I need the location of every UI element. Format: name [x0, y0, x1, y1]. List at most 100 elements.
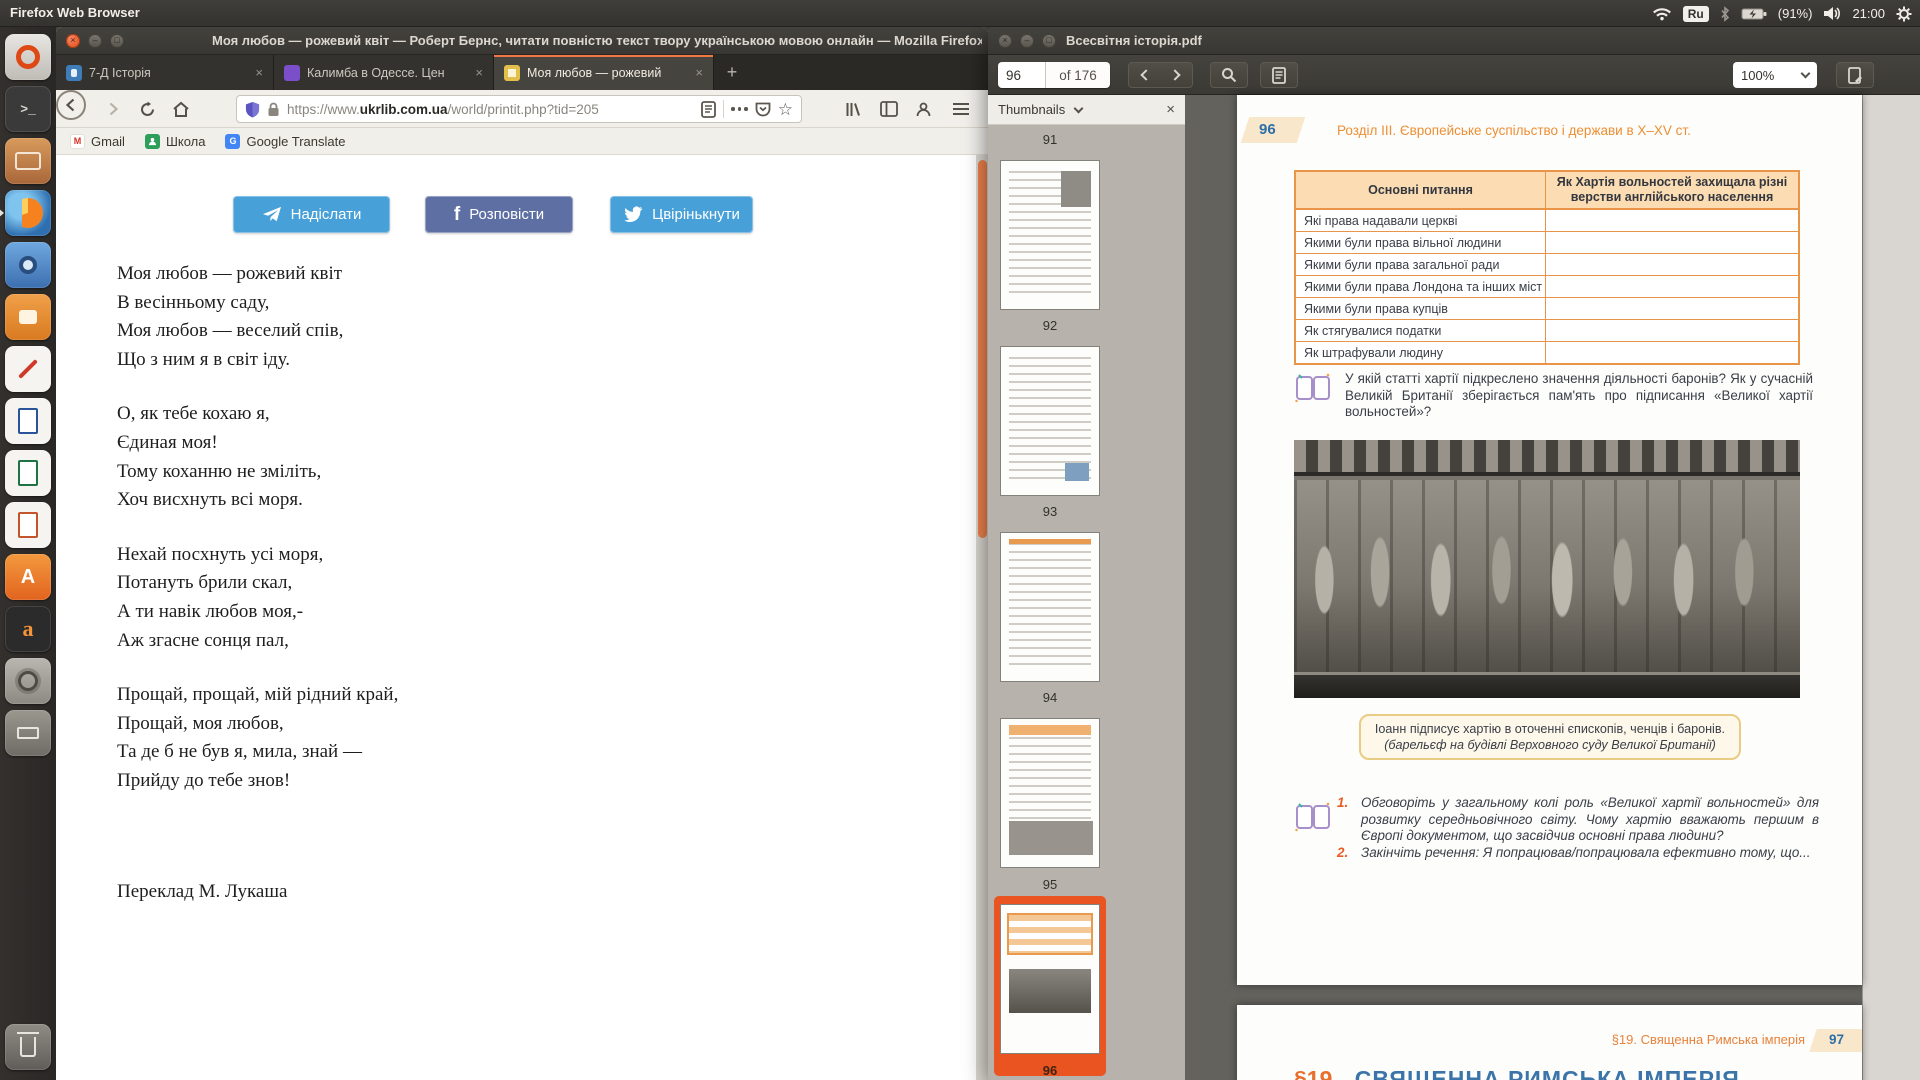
page-view-icon[interactable]	[1260, 62, 1298, 88]
tab-close-icon[interactable]: ×	[473, 65, 485, 80]
url-text: https://www.ukrlib.com.ua/world/printit.…	[287, 102, 599, 117]
annotations-icon[interactable]	[1836, 62, 1874, 88]
window-close-button[interactable]: ×	[66, 34, 80, 48]
open-book-icon	[1295, 802, 1331, 832]
tab-close-icon[interactable]: ×	[693, 65, 705, 80]
home-button[interactable]	[170, 98, 192, 120]
chevron-down-icon[interactable]	[1074, 103, 1084, 113]
page-actions-icon[interactable]	[731, 107, 748, 111]
table-row: Якими були права вільної людини	[1296, 231, 1798, 253]
software-center-icon[interactable]: A	[5, 554, 51, 600]
libreoffice-calc-icon[interactable]	[5, 450, 51, 496]
utility-icon[interactable]	[5, 710, 51, 756]
drawing-app-icon[interactable]	[5, 346, 51, 392]
thumbnail-label[interactable]: 92	[1000, 318, 1100, 333]
sidebar-close-icon[interactable]: ×	[1166, 101, 1175, 118]
thumbnail-label[interactable]: 94	[1000, 690, 1100, 705]
tracking-shield-icon[interactable]	[245, 101, 260, 118]
previous-page-button[interactable]	[1128, 62, 1161, 88]
thumbnail-page-92[interactable]	[1000, 160, 1100, 310]
pocket-icon[interactable]	[755, 102, 771, 117]
tab-poem-active[interactable]: Моя любов — рожевий ×	[494, 55, 714, 90]
thumbnail-label[interactable]: 95	[1000, 877, 1100, 892]
libreoffice-impress-icon[interactable]	[5, 502, 51, 548]
account-icon[interactable]	[912, 98, 934, 120]
bookmark-gmail[interactable]: M Gmail	[70, 134, 125, 149]
system-settings-icon[interactable]	[5, 658, 51, 704]
window-minimize-button[interactable]: –	[1020, 34, 1034, 48]
url-bar[interactable]: https://www.ukrlib.com.ua/world/printit.…	[236, 95, 802, 123]
forward-button[interactable]	[102, 98, 124, 120]
firefox-titlebar[interactable]: × – □ Моя любов — рожевий квіт — Роберт …	[56, 27, 988, 55]
thumbnail-page-93[interactable]	[1000, 346, 1100, 496]
launcher-dock: >_ A a	[0, 27, 56, 1080]
library-icon[interactable]	[842, 98, 864, 120]
facebook-icon: f	[454, 204, 460, 226]
terminal-icon[interactable]: >_	[5, 86, 51, 132]
wifi-icon[interactable]	[1652, 6, 1672, 21]
classroom-icon	[145, 134, 160, 149]
new-tab-button[interactable]: +	[714, 55, 750, 90]
page-number-input[interactable]: 96	[998, 62, 1046, 88]
tab-favicon	[284, 65, 300, 81]
share-facebook-button[interactable]: f Розповісти	[425, 196, 573, 233]
camera-icon[interactable]	[5, 242, 51, 288]
zoom-level-dropdown[interactable]: 100%	[1733, 62, 1817, 88]
volume-icon[interactable]	[1823, 6, 1841, 21]
bluetooth-icon[interactable]	[1720, 6, 1730, 22]
libreoffice-writer-icon[interactable]	[5, 398, 51, 444]
thumbnail-page-95[interactable]	[1000, 718, 1100, 868]
files-icon[interactable]	[5, 138, 51, 184]
bas-relief-photo	[1294, 440, 1800, 698]
search-icon[interactable]	[1210, 62, 1248, 88]
share-telegram-button[interactable]: Надіслати	[233, 196, 390, 233]
battery-percent: (91%)	[1778, 6, 1813, 21]
thumbnail-page-94[interactable]	[1000, 532, 1100, 682]
screenshot-tool-icon[interactable]	[5, 294, 51, 340]
page-scrollbar[interactable]	[976, 155, 988, 1080]
reader-mode-icon[interactable]	[701, 101, 716, 118]
reload-button[interactable]	[136, 98, 158, 120]
window-maximize-button[interactable]: □	[1042, 34, 1056, 48]
window-maximize-button[interactable]: □	[110, 34, 124, 48]
window-minimize-button[interactable]: –	[88, 34, 102, 48]
back-button[interactable]	[56, 90, 86, 120]
keyboard-layout-indicator[interactable]: Ru	[1683, 6, 1709, 22]
table-row: Які права надавали церкві	[1296, 209, 1798, 231]
scrollbar-thumb[interactable]	[978, 160, 987, 538]
bookmark-star-icon[interactable]: ☆	[778, 101, 793, 118]
chevron-down-icon	[1801, 69, 1811, 79]
bookmark-google-translate[interactable]: G Google Translate	[225, 134, 345, 149]
dash-home-icon[interactable]	[5, 34, 51, 80]
amazon-icon[interactable]: a	[5, 606, 51, 652]
battery-icon[interactable]	[1741, 7, 1767, 21]
window-close-button[interactable]: ×	[998, 34, 1012, 48]
pdf-scrollbar-track[interactable]	[1862, 95, 1920, 1080]
system-tray: Ru (91%) 21:00	[1652, 0, 1912, 27]
pdf-titlebar[interactable]: × – □ Всесвітня історія.pdf	[988, 27, 1920, 55]
share-twitter-button[interactable]: Цвірінькнути	[610, 196, 753, 233]
table-col1-header: Основні питання	[1296, 172, 1546, 208]
thumbnail-page-96-selected[interactable]: 96	[994, 896, 1106, 1076]
tab-history-class[interactable]: 7-Д Історія ×	[56, 55, 274, 90]
pdf-page-96: 96 Розділ III. Європейське суспільство і…	[1237, 95, 1862, 985]
pdf-body: Thumbnails × 91 92 93 94 95	[988, 95, 1920, 1080]
twitter-icon	[623, 206, 643, 223]
next-page-button[interactable]	[1160, 62, 1193, 88]
clock[interactable]: 21:00	[1852, 6, 1885, 21]
table-row: Якими були права купців	[1296, 297, 1798, 319]
sidebar-mode-dropdown[interactable]: Thumbnails	[998, 102, 1065, 117]
hamburger-menu-icon[interactable]	[950, 98, 972, 120]
page-number-box[interactable]: 96 of 176	[998, 62, 1110, 88]
table-row: Якими були права Лондона та інших міст	[1296, 275, 1798, 297]
tab-close-icon[interactable]: ×	[253, 65, 265, 80]
trash-icon[interactable]	[5, 1024, 51, 1070]
bookmark-school[interactable]: Школа	[145, 134, 206, 149]
thumbnail-label[interactable]: 93	[1000, 504, 1100, 519]
sidebar-toggle-icon[interactable]	[878, 98, 900, 120]
tab-kalimba[interactable]: Калимба в Одессе. Цен ×	[274, 55, 494, 90]
thumbnail-label[interactable]: 91	[1000, 132, 1100, 147]
session-gear-icon[interactable]	[1896, 6, 1912, 22]
firefox-icon[interactable]	[5, 190, 51, 236]
task-item: 2. Закінчіть речення: Я попрацював/попра…	[1337, 845, 1819, 862]
